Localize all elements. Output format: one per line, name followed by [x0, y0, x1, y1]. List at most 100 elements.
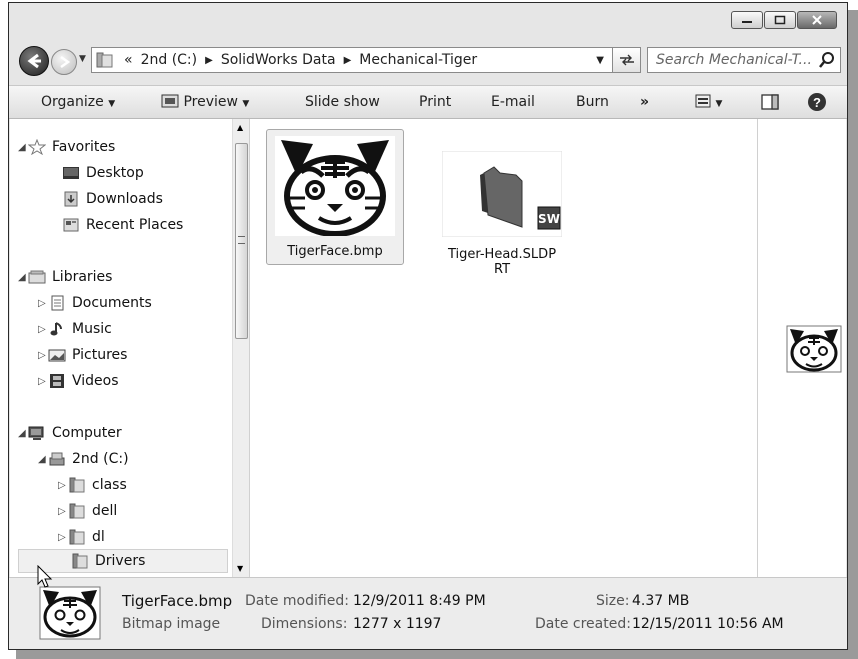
search-icon[interactable] [818, 51, 840, 69]
nav-drive-c[interactable]: ◢ 2nd (C:) [38, 449, 129, 469]
minimize-button[interactable] [731, 11, 763, 29]
scrollbar-thumb[interactable] [235, 143, 248, 339]
slideshow-button[interactable]: Slide show [305, 94, 380, 110]
search-input[interactable]: Search Mechanical-T... [648, 52, 818, 68]
expand-arrow-icon[interactable]: ▷ [38, 376, 48, 387]
address-bar[interactable]: « 2nd (C:) ▶ SolidWorks Data ▶ Mechanica… [91, 47, 613, 73]
more-commands-button[interactable]: » [640, 94, 649, 110]
nav-folder-dell[interactable]: ▷ dell [58, 501, 117, 521]
help-button[interactable]: ? [807, 92, 827, 116]
window-controls [730, 11, 837, 29]
nav-recent-label: Recent Places [86, 217, 184, 233]
expand-arrow-icon[interactable]: ▷ [38, 350, 48, 361]
expand-arrow-icon[interactable]: ▷ [58, 480, 68, 491]
nav-downloads[interactable]: Downloads [62, 189, 163, 209]
svg-text:SW: SW [538, 212, 560, 226]
collapse-arrow-icon[interactable]: ◢ [18, 272, 28, 283]
nav-favorites[interactable]: ◢ Favorites [18, 137, 115, 157]
solidworks-part-icon: SW [441, 150, 563, 238]
explorer-window: ▼ « 2nd (C:) ▶ SolidWorks Data ▶ Mechani… [8, 2, 848, 650]
file-name: TigerFace.bmp [287, 244, 383, 259]
scroll-up-icon[interactable]: ▲ [237, 123, 243, 132]
pictures-icon [48, 349, 66, 362]
nav-videos-label: Videos [72, 373, 119, 389]
folder-icon [72, 553, 88, 569]
email-button[interactable]: E-mail [491, 94, 535, 110]
nav-folder-class[interactable]: ▷ class [58, 475, 127, 495]
breadcrumb-overflow[interactable]: « [124, 52, 133, 68]
recent-pages-dropdown[interactable]: ▼ [79, 54, 86, 64]
preview-button[interactable]: Preview ▼ [161, 94, 249, 110]
nav-documents[interactable]: ▷ Documents [38, 293, 152, 313]
expand-arrow-icon[interactable]: ▷ [38, 324, 48, 335]
nav-videos[interactable]: ▷ Videos [38, 371, 119, 391]
breadcrumb-separator-icon[interactable]: ▶ [344, 55, 352, 66]
collapse-arrow-icon[interactable]: ◢ [18, 142, 28, 153]
burn-button[interactable]: Burn [576, 94, 609, 110]
nav-recent-places[interactable]: Recent Places [62, 215, 183, 235]
nav-music-label: Music [72, 321, 112, 337]
nav-scrollbar[interactable]: ▲ ▼ [232, 119, 249, 577]
expand-arrow-icon[interactable]: ▷ [58, 532, 68, 543]
nav-class-label: class [92, 477, 127, 493]
scroll-down-icon[interactable]: ▼ [237, 564, 243, 573]
date-modified-value: 12/9/2011 8:49 PM [353, 593, 486, 609]
svg-text:?: ? [813, 95, 821, 110]
expand-arrow-icon[interactable]: ▷ [38, 298, 48, 309]
organize-label: Organize [41, 94, 104, 110]
breadcrumb-drive[interactable]: 2nd (C:) [141, 52, 198, 68]
file-name-line2: RT [493, 262, 511, 277]
expand-arrow-icon[interactable]: ▷ [58, 506, 68, 517]
address-dropdown-icon[interactable]: ▼ [596, 55, 604, 66]
search-box[interactable]: Search Mechanical-T... [647, 47, 841, 73]
nav-pictures[interactable]: ▷ Pictures [38, 345, 127, 365]
nav-libraries[interactable]: ◢ Libraries [18, 267, 112, 287]
star-icon [28, 139, 46, 155]
organize-button[interactable]: Organize ▼ [41, 94, 115, 110]
computer-icon [28, 426, 44, 440]
drive-icon [49, 452, 65, 466]
breadcrumb-separator-icon[interactable]: ▶ [205, 55, 213, 66]
breadcrumb-mechanical-tiger[interactable]: Mechanical-Tiger [359, 52, 477, 68]
refresh-button[interactable] [613, 47, 641, 73]
back-button[interactable] [19, 46, 49, 76]
preview-label: Preview [183, 94, 238, 110]
collapse-arrow-icon[interactable]: ◢ [38, 454, 48, 465]
folder-icon [69, 529, 85, 545]
forward-arrow-icon [60, 55, 71, 69]
mouse-cursor-icon [37, 565, 53, 588]
print-button[interactable]: Print [419, 94, 451, 110]
tiger-face-thumbnail-icon [39, 586, 101, 640]
nav-music[interactable]: ▷ Music [38, 319, 112, 339]
collapse-arrow-icon[interactable]: ◢ [18, 428, 28, 439]
maximize-button[interactable] [764, 11, 796, 29]
dimensions-value: 1277 x 1197 [353, 616, 442, 632]
desktop-icon [63, 167, 79, 179]
documents-icon [51, 295, 64, 311]
address-row: ▼ « 2nd (C:) ▶ SolidWorks Data ▶ Mechani… [9, 43, 847, 79]
size-value: 4.37 MB [632, 593, 690, 609]
nav-documents-label: Documents [72, 295, 152, 311]
close-button[interactable] [797, 11, 837, 29]
file-name-line1: Tiger-Head.SLDP [447, 247, 557, 262]
nav-drivers-label: Drivers [95, 553, 146, 569]
file-item-tigerface[interactable]: TigerFace.bmp [266, 129, 404, 265]
nav-folder-dl[interactable]: ▷ dl [58, 527, 105, 547]
forward-button[interactable] [51, 49, 77, 75]
nav-pictures-label: Pictures [72, 347, 128, 363]
file-item-tiger-head[interactable]: SW Tiger-Head.SLDP RT [436, 150, 568, 281]
change-view-button[interactable]: ▼ [695, 94, 722, 110]
nav-computer[interactable]: ◢ Computer [18, 423, 122, 443]
nav-dl-label: dl [92, 529, 105, 545]
preview-pane-button[interactable] [761, 94, 779, 111]
downloads-folder-icon [64, 191, 78, 207]
command-bar: Organize ▼ Preview ▼ Slide show Print E-… [9, 85, 847, 119]
nav-desktop[interactable]: Desktop [62, 163, 144, 183]
nav-downloads-label: Downloads [86, 191, 163, 207]
date-modified-label: Date modified: [245, 593, 349, 609]
nav-drive-label: 2nd (C:) [72, 451, 129, 467]
breadcrumb-solidworks-data[interactable]: SolidWorks Data [221, 52, 336, 68]
navigation-pane: ◢ Favorites Desktop Downloads Recent Pla… [10, 119, 232, 577]
file-list: TigerFace.bmp SW Tiger-Head.SLDP RT [249, 119, 757, 577]
folder-icon [69, 503, 85, 519]
